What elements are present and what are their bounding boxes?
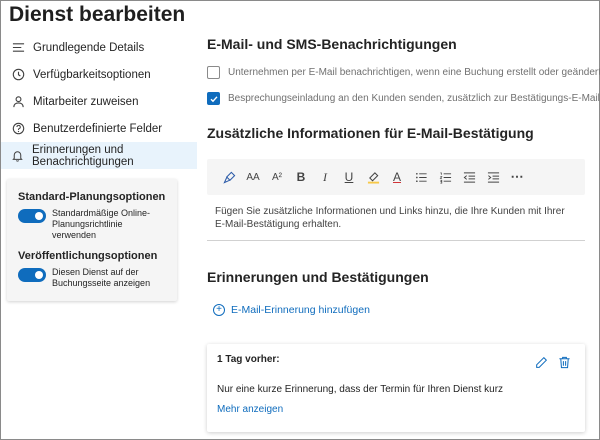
bullet-list-button[interactable] — [409, 165, 433, 189]
planning-policy-toggle[interactable] — [18, 209, 46, 223]
sidebar-item-custom-fields[interactable]: Benutzerdefinierte Felder — [1, 115, 197, 142]
checkmark-icon — [210, 95, 218, 102]
sidebar-item-availability[interactable]: Verfügbarkeitsoptionen — [1, 61, 197, 88]
notifications-heading: E-Mail- und SMS-Benachrichtigungen — [207, 36, 457, 52]
editor-toolbar: AA A² B I U A ⋯ — [207, 159, 585, 195]
format-painter-button[interactable] — [217, 165, 241, 189]
sidebar-item-basic-details[interactable]: Grundlegende Details — [1, 34, 197, 61]
decrease-indent-button[interactable] — [457, 165, 481, 189]
publish-options-heading: Veröffentlichungsoptionen — [18, 250, 158, 262]
page-title: Dienst bearbeiten — [9, 3, 186, 26]
invite-customer-checkbox[interactable] — [207, 92, 220, 105]
sidebar-item-label: Verfügbarkeitsoptionen — [33, 68, 151, 81]
outdent-icon — [463, 171, 475, 183]
notify-business-label: Unternehmen per E-Mail benachrichtigen, … — [228, 67, 600, 78]
show-more-link[interactable]: Mehr anzeigen — [217, 404, 283, 415]
sidebar-item-label: Mitarbeiter zuweisen — [33, 95, 139, 108]
reminder-body: Nur eine kurze Erinnerung, dass der Term… — [217, 384, 504, 395]
indent-icon — [487, 171, 499, 183]
invite-customer-label: Besprechungseinladung an den Kunden send… — [228, 93, 600, 104]
add-email-reminder-label: E-Mail-Erinnerung hinzufügen — [231, 304, 370, 316]
increase-indent-button[interactable] — [481, 165, 505, 189]
plus-icon: + — [213, 304, 225, 316]
publish-service-label: Diesen Dienst auf der Buchungsseite anze… — [52, 267, 151, 288]
trash-icon — [559, 356, 570, 369]
bell-icon — [11, 149, 24, 163]
more-options-button[interactable]: ⋯ — [505, 165, 529, 189]
rich-text-editor[interactable]: AA A² B I U A ⋯ Fügen Sie zusätzliche In — [207, 159, 585, 241]
underline-button[interactable]: U — [337, 165, 361, 189]
extra-info-heading: Zusätzliche Informationen für E-Mail-Bes… — [207, 125, 534, 141]
pencil-icon — [536, 356, 548, 368]
numbered-list-button[interactable] — [433, 165, 457, 189]
person-icon — [11, 95, 25, 109]
bullet-list-icon — [415, 172, 427, 182]
sidebar-item-reminders[interactable]: Erinnerungen und Benachrichtigungen — [1, 142, 197, 169]
planning-options-heading: Standard-Planungsoptionen — [18, 191, 166, 203]
numbered-list-icon — [439, 171, 451, 183]
sidebar-item-assign-staff[interactable]: Mitarbeiter zuweisen — [1, 88, 197, 115]
highlight-button[interactable] — [361, 165, 385, 189]
superscript-button[interactable]: A² — [265, 165, 289, 189]
notify-business-row: Unternehmen per E-Mail benachrichtigen, … — [207, 66, 600, 79]
highlighter-icon — [367, 171, 379, 184]
editor-placeholder: Fügen Sie zusätzliche Informationen und … — [215, 206, 565, 230]
sidebar-item-label: Benutzerdefinierte Felder — [33, 122, 163, 135]
notify-business-checkbox[interactable] — [207, 66, 220, 79]
question-icon — [11, 122, 25, 136]
planning-policy-label: Standardmäßige Online-Planungsrichtlinie… — [52, 208, 151, 240]
reminder-title: 1 Tag vorher: — [217, 354, 280, 365]
clock-icon — [11, 68, 25, 82]
font-size-button[interactable]: AA — [241, 165, 265, 189]
reminder-card: 1 Tag vorher: Nur eine kurze Erinnerung,… — [207, 344, 585, 432]
options-card: Standard-Planungsoptionen Standardmäßige… — [7, 179, 177, 301]
reminders-heading: Erinnerungen und Bestätigungen — [207, 269, 429, 285]
italic-button[interactable]: I — [313, 165, 337, 189]
brush-icon — [222, 171, 235, 184]
sidebar-item-label: Erinnerungen und Benachrichtigungen — [32, 143, 134, 168]
sidebar: Grundlegende Details Verfügbarkeitsoptio… — [1, 34, 197, 169]
publish-service-toggle[interactable] — [18, 268, 46, 282]
lines-icon — [11, 41, 25, 55]
invite-customer-row: Besprechungseinladung an den Kunden send… — [207, 92, 600, 105]
add-email-reminder-link[interactable]: + E-Mail-Erinnerung hinzufügen — [213, 304, 370, 316]
bold-button[interactable]: B — [289, 165, 313, 189]
edit-reminder-button[interactable] — [535, 356, 548, 369]
delete-reminder-button[interactable] — [558, 356, 571, 369]
sidebar-item-label: Grundlegende Details — [33, 41, 145, 54]
font-color-button[interactable]: A — [385, 165, 409, 189]
